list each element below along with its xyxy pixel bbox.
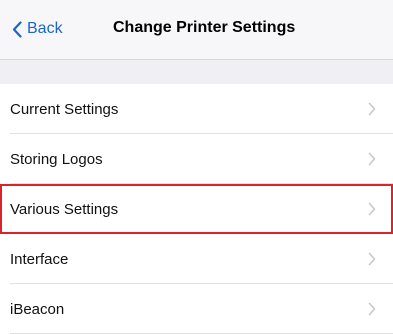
list-item-label: Interface — [10, 250, 69, 268]
page-title: Change Printer Settings — [113, 19, 296, 36]
settings-list: Current Settings Storing Logos Various S… — [0, 84, 393, 334]
list-item-label: Storing Logos — [10, 150, 103, 168]
section-spacer — [0, 60, 393, 84]
list-item-label: Current Settings — [10, 100, 119, 118]
chevron-left-icon — [12, 20, 22, 38]
back-label: Back — [27, 20, 63, 37]
list-item-various-settings[interactable]: Various Settings — [0, 184, 393, 234]
list-item-ibeacon[interactable]: iBeacon — [0, 284, 393, 334]
list-item-label: Various Settings — [10, 200, 119, 218]
list-item-label: iBeacon — [10, 300, 65, 318]
chevron-right-icon — [368, 202, 376, 216]
list-item-interface[interactable]: Interface — [0, 234, 393, 284]
chevron-right-icon — [368, 152, 376, 166]
chevron-right-icon — [368, 252, 376, 266]
navigation-bar: Back Change Printer Settings — [0, 0, 393, 60]
chevron-right-icon — [368, 102, 376, 116]
list-item-current-settings[interactable]: Current Settings — [0, 84, 393, 134]
list-item-storing-logos[interactable]: Storing Logos — [0, 134, 393, 184]
chevron-right-icon — [368, 302, 376, 316]
back-button[interactable]: Back — [12, 18, 63, 40]
